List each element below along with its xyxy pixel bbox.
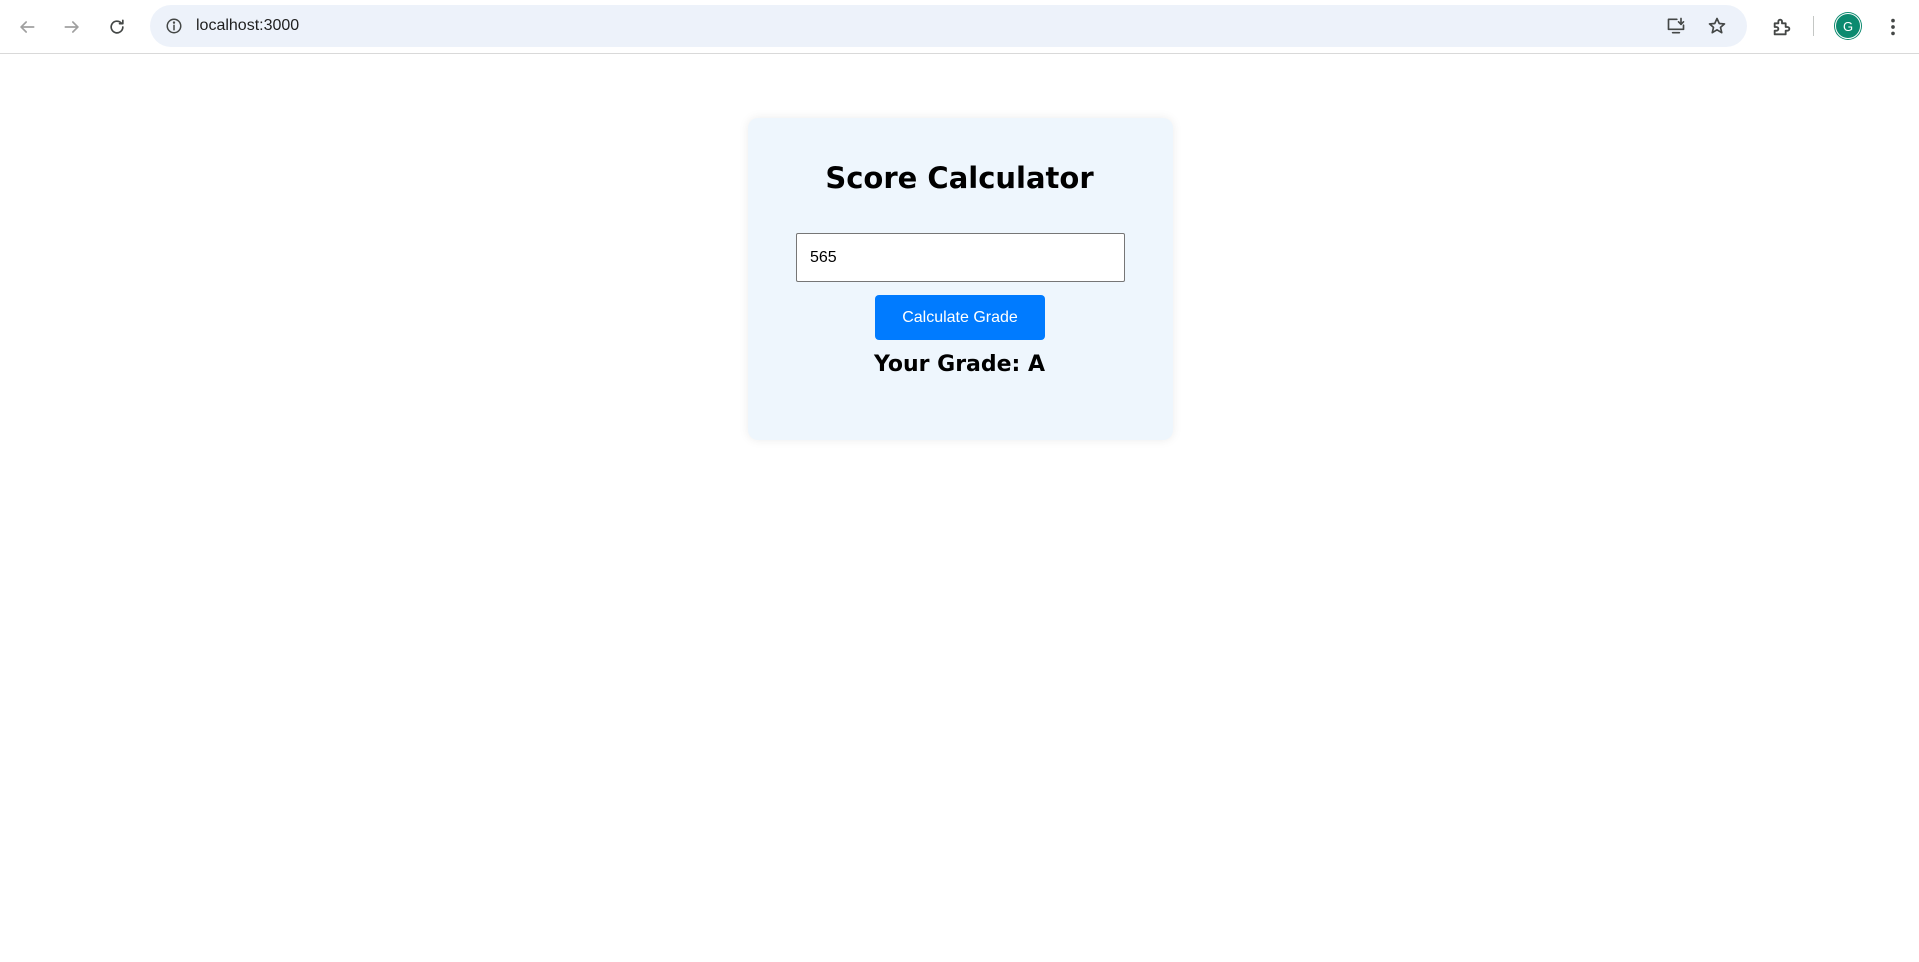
puzzle-icon (1773, 18, 1791, 36)
site-info-button[interactable] (160, 12, 188, 40)
install-app-button[interactable] (1662, 12, 1690, 40)
url-text[interactable]: localhost:3000 (196, 5, 299, 47)
back-arrow-icon (20, 21, 35, 33)
page-title: Score Calculator (825, 161, 1094, 195)
calculate-grade-button[interactable]: Calculate Grade (875, 295, 1045, 340)
profile-avatar[interactable]: G (1835, 13, 1861, 39)
grade-result: Your Grade: A (873, 352, 1046, 377)
reload-button[interactable] (100, 10, 134, 44)
reload-icon (110, 19, 124, 34)
info-icon (166, 18, 182, 34)
toolbar-separator (1813, 16, 1814, 36)
page-content: Score Calculator Calculate Grade Your Gr… (0, 55, 1919, 962)
address-bar[interactable]: localhost:3000 (150, 5, 1747, 47)
kebab-menu-icon (1891, 18, 1895, 36)
bookmark-button[interactable] (1703, 12, 1731, 40)
forward-button[interactable] (55, 10, 89, 44)
star-icon (1708, 17, 1726, 34)
back-button[interactable] (10, 10, 44, 44)
score-input[interactable] (796, 233, 1125, 282)
forward-arrow-icon (64, 21, 79, 33)
browser-toolbar: localhost:3000 G (0, 0, 1919, 54)
extensions-button[interactable] (1765, 10, 1799, 44)
install-app-icon (1667, 17, 1685, 34)
browser-menu-button[interactable] (1876, 10, 1910, 44)
